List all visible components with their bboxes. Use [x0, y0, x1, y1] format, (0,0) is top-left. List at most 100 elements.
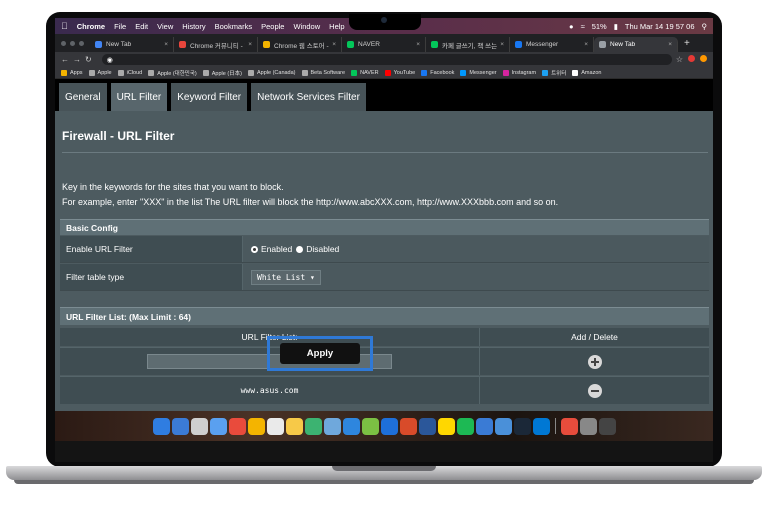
- dock-app-icon[interactable]: [437, 417, 455, 435]
- bookmark-item[interactable]: Apple (Canada): [247, 69, 296, 76]
- browser-tab-active[interactable]: New Tab ×: [594, 37, 678, 52]
- filter-table-type-select[interactable]: White List ▾: [251, 269, 321, 285]
- browser-tab[interactable]: Messenger ×: [510, 37, 594, 52]
- url-entry-row: www.asus.com: [60, 376, 709, 404]
- dock-app-icon[interactable]: [285, 417, 303, 435]
- dock-app-icon[interactable]: [456, 417, 474, 435]
- dock-app-icon[interactable]: [380, 417, 398, 435]
- extension-icon[interactable]: [688, 55, 695, 62]
- menu-edit[interactable]: Edit: [135, 22, 148, 31]
- router-tabs: General URL Filter Keyword Filter Networ…: [55, 79, 713, 111]
- disabled-radio[interactable]: [296, 245, 304, 253]
- delete-icon[interactable]: [587, 383, 602, 398]
- dock-app-icon[interactable]: [579, 417, 597, 435]
- dock-app-icon[interactable]: [560, 417, 578, 435]
- enabled-label[interactable]: Enabled: [261, 244, 292, 254]
- bookmark-label: Instagram: [511, 69, 537, 76]
- close-tab-icon[interactable]: ×: [668, 41, 672, 48]
- bookmark-item[interactable]: NAVER: [351, 69, 379, 76]
- close-tab-icon[interactable]: ×: [164, 41, 168, 48]
- apple-menu-icon[interactable]: : [61, 21, 68, 31]
- tab-label: Messenger: [526, 41, 559, 48]
- menu-history[interactable]: History: [182, 22, 205, 31]
- bookmark-label: 트위터: [551, 70, 567, 77]
- minimize-window-icon[interactable]: [70, 41, 75, 46]
- browser-tab[interactable]: Chrome 웹 스토어 - In×: [258, 37, 342, 52]
- dock-app-icon[interactable]: [361, 417, 379, 435]
- dock-app-icon[interactable]: [228, 417, 246, 435]
- battery-percent[interactable]: 51%: [592, 22, 607, 31]
- bookmark-label: YouTube: [393, 69, 416, 76]
- dock-app-icon[interactable]: [494, 417, 512, 435]
- back-icon[interactable]: ←: [61, 55, 73, 64]
- reload-icon[interactable]: ↻: [85, 55, 96, 64]
- dock-app-icon[interactable]: [399, 417, 417, 435]
- bookmark-favicon-icon: [421, 69, 428, 76]
- close-tab-icon[interactable]: ×: [584, 41, 588, 48]
- dock-app-icon[interactable]: [247, 417, 265, 435]
- menu-help[interactable]: Help: [329, 22, 344, 31]
- tab-network-services-filter[interactable]: Network Services Filter: [251, 83, 366, 111]
- dock-app-icon[interactable]: [190, 417, 208, 435]
- bookmark-item[interactable]: Beta Software: [301, 69, 345, 76]
- menu-people[interactable]: People: [261, 22, 284, 31]
- bookmark-item[interactable]: 트위터: [542, 69, 566, 77]
- browser-tab[interactable]: Chrome 커뮤니티 - 'H ×: [174, 37, 258, 52]
- dock-app-icon[interactable]: [513, 417, 531, 435]
- omnibox[interactable]: ◉: [101, 54, 672, 65]
- dock-app-icon[interactable]: [266, 417, 284, 435]
- apply-button[interactable]: Apply: [280, 343, 360, 364]
- bookmark-item[interactable]: YouTube: [384, 69, 416, 76]
- tab-url-filter[interactable]: URL Filter: [110, 83, 168, 111]
- bookmark-favicon-icon: [542, 69, 549, 76]
- dock-app-icon[interactable]: [475, 417, 493, 435]
- menu-view[interactable]: View: [157, 22, 173, 31]
- dock-app-icon[interactable]: [209, 417, 227, 435]
- close-tab-icon[interactable]: ×: [416, 41, 420, 48]
- bookmark-item[interactable]: Apps: [61, 69, 83, 76]
- bookmark-item[interactable]: Apple (대한민국): [148, 69, 197, 77]
- menu-bookmarks[interactable]: Bookmarks: [215, 22, 253, 31]
- bookmark-item[interactable]: Apple: [88, 69, 112, 76]
- add-icon[interactable]: [587, 354, 602, 369]
- menu-file[interactable]: File: [114, 22, 126, 31]
- chat-icon[interactable]: ●: [569, 22, 574, 31]
- bookmark-item[interactable]: iCloud: [117, 69, 142, 76]
- browser-tab[interactable]: NAVER ×: [342, 37, 426, 52]
- dock-app-icon[interactable]: [304, 417, 322, 435]
- tab-favicon-icon: [179, 41, 186, 48]
- bookmark-item[interactable]: Instagram: [502, 69, 537, 76]
- profile-avatar[interactable]: [700, 55, 707, 62]
- close-tab-icon[interactable]: ×: [500, 41, 504, 48]
- close-window-icon[interactable]: [61, 41, 66, 46]
- datetime[interactable]: Thu Mar 14 19 57 06: [625, 22, 695, 31]
- dock-app-icon[interactable]: [152, 417, 170, 435]
- close-tab-icon[interactable]: ×: [332, 41, 336, 48]
- tab-keyword-filter[interactable]: Keyword Filter: [171, 83, 248, 111]
- bookmark-item[interactable]: Messenger: [460, 69, 497, 76]
- wifi-icon[interactable]: ≈: [581, 22, 585, 31]
- tab-general[interactable]: General: [59, 83, 107, 111]
- bookmark-item[interactable]: Amazon: [572, 69, 601, 76]
- forward-icon[interactable]: →: [73, 55, 85, 64]
- bookmark-item[interactable]: Apple (日本): [202, 69, 242, 77]
- tab-label: Chrome 커뮤니티 - 'H: [190, 42, 246, 50]
- dock-app-icon[interactable]: [532, 417, 550, 435]
- dock-app-icon[interactable]: [418, 417, 436, 435]
- menu-window[interactable]: Window: [293, 22, 320, 31]
- new-tab-icon[interactable]: +: [678, 38, 696, 52]
- maximize-window-icon[interactable]: [79, 41, 84, 46]
- bookmark-item[interactable]: Facebook: [421, 69, 454, 76]
- enabled-radio[interactable]: [251, 245, 258, 253]
- browser-tab[interactable]: 카페 글쓰기, 책 쓰는 사람×: [426, 37, 510, 52]
- bookmark-star-icon[interactable]: ☆: [676, 55, 683, 64]
- browser-tab[interactable]: New Tab ×: [90, 37, 174, 52]
- search-icon[interactable]: ⚲: [702, 22, 708, 31]
- dock-app-icon[interactable]: [598, 417, 616, 435]
- dock-app-icon[interactable]: [342, 417, 360, 435]
- menu-app-name[interactable]: Chrome: [77, 22, 105, 31]
- close-tab-icon[interactable]: ×: [248, 41, 252, 48]
- dock-app-icon[interactable]: [171, 417, 189, 435]
- disabled-label[interactable]: Disabled: [306, 244, 339, 254]
- dock-app-icon[interactable]: [323, 417, 341, 435]
